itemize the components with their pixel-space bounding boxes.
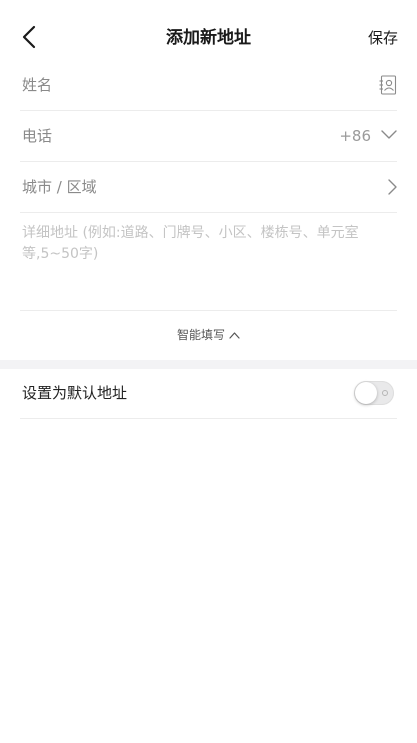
region-row[interactable]: 城市 / 区域 <box>20 162 397 213</box>
default-address-label: 设置为默认地址 <box>22 384 128 402</box>
smart-fill-row: 智能填写 <box>20 311 397 359</box>
toggle-off-indicator <box>382 390 388 396</box>
save-button[interactable]: 保存 <box>368 28 398 48</box>
page-title: 添加新地址 <box>166 28 251 48</box>
default-address-toggle[interactable] <box>354 381 394 405</box>
default-address-row: 设置为默认地址 <box>20 369 397 419</box>
name-row[interactable]: 姓名 <box>20 60 397 111</box>
phone-field[interactable]: 电话 <box>22 126 52 146</box>
chevron-up-icon <box>229 332 240 339</box>
smart-fill-button[interactable]: 智能填写 <box>177 327 240 343</box>
toggle-knob <box>355 382 377 404</box>
section-divider <box>0 360 417 369</box>
chevron-right-icon <box>388 179 397 195</box>
detail-address-row <box>20 213 397 311</box>
chevron-down-icon[interactable] <box>381 129 397 141</box>
smart-fill-label: 智能填写 <box>176 328 225 342</box>
name-field[interactable]: 姓名 <box>22 75 52 95</box>
region-selector[interactable]: 城市 / 区域 <box>22 177 97 197</box>
country-code-selector[interactable]: +86 <box>339 126 371 146</box>
phone-row[interactable]: 电话 +86 <box>20 111 397 162</box>
address-form: 姓名 电话 +86 城市 / 区域 智能填写 <box>20 60 397 359</box>
detail-address-input[interactable] <box>22 223 382 283</box>
contact-book-icon[interactable] <box>379 75 397 95</box>
